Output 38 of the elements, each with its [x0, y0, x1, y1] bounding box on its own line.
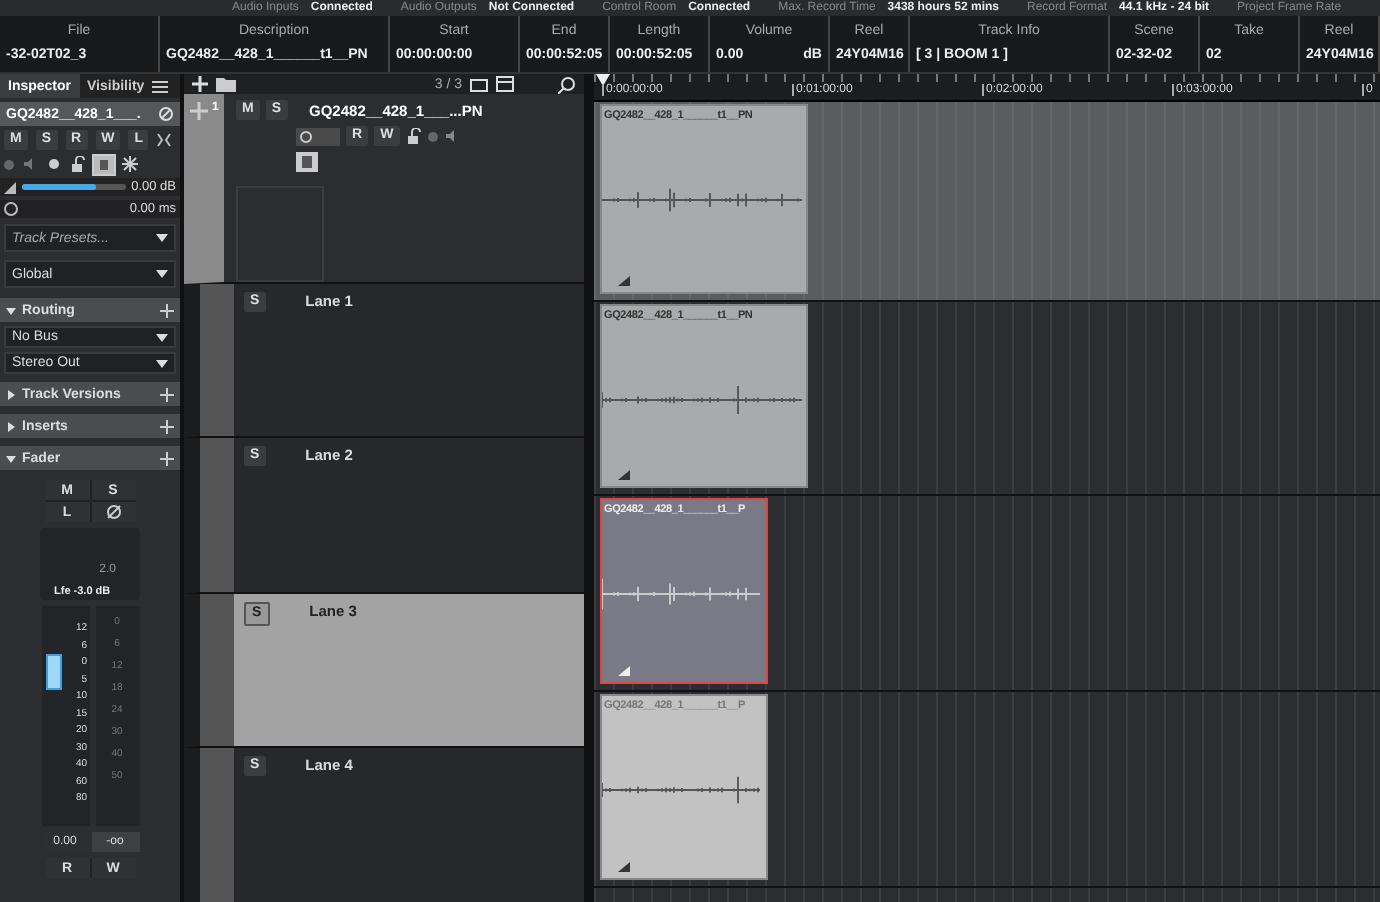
record-icon[interactable] [427, 131, 438, 142]
phase-icon[interactable] [91, 502, 135, 522]
caret-icon [156, 359, 168, 367]
search-icon[interactable] [558, 75, 576, 94]
resize-icon[interactable] [618, 862, 630, 872]
star-icon[interactable] [122, 156, 138, 172]
fader-handle[interactable] [45, 653, 61, 690]
resize-icon[interactable] [618, 276, 630, 286]
section-icon[interactable] [160, 387, 174, 401]
menu-icon[interactable] [152, 79, 169, 93]
section-icon[interactable] [160, 419, 174, 433]
volume-icon [4, 181, 16, 193]
audio-track-icon [190, 102, 208, 121]
disclosure-icon[interactable] [6, 453, 16, 463]
lane-icon[interactable] [94, 155, 114, 173]
lock-icon[interactable] [405, 128, 422, 145]
window-icon[interactable] [496, 76, 514, 93]
plus-icon[interactable] [192, 76, 208, 93]
disclosure-icon[interactable] [6, 305, 16, 315]
speaker-icon[interactable] [22, 156, 38, 172]
caret-icon [156, 234, 168, 242]
caret-icon [156, 333, 168, 341]
volume-slider[interactable] [22, 184, 126, 190]
lock-icon[interactable] [70, 156, 86, 172]
lane-icon[interactable] [296, 152, 318, 173]
monitor-icon[interactable] [296, 127, 340, 146]
resize-icon[interactable] [618, 470, 630, 480]
resize-icon[interactable] [618, 666, 630, 676]
track-picture-frame [236, 186, 324, 283]
caret-icon [156, 270, 168, 278]
section-icon[interactable] [160, 451, 174, 465]
speaker-icon[interactable] [443, 128, 460, 145]
delay-icon [4, 202, 18, 216]
disclosure-icon[interactable] [6, 389, 16, 399]
expand-icon[interactable] [156, 132, 173, 148]
record-icon[interactable] [4, 159, 14, 169]
section-icon[interactable] [160, 303, 174, 317]
disclosure-icon[interactable] [6, 421, 16, 431]
